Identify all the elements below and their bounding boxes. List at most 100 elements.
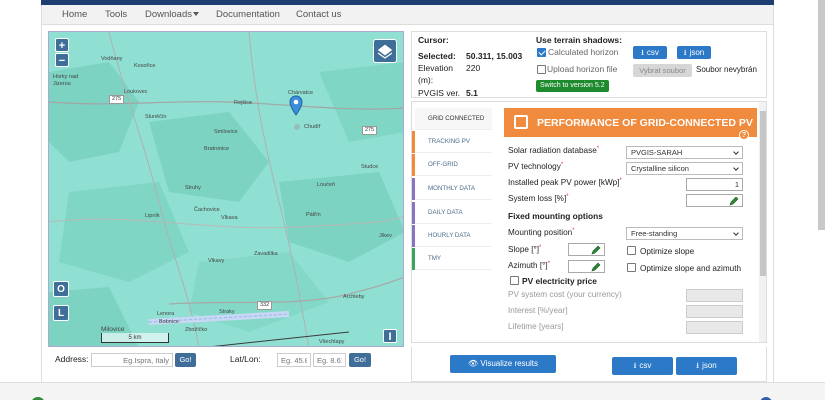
terrain-title: Use terrain shadows: bbox=[536, 35, 622, 45]
place-label: Pátřín bbox=[306, 212, 321, 218]
loss-input[interactable] bbox=[686, 194, 743, 207]
pv-price-checkbox[interactable] bbox=[510, 276, 519, 285]
place-label: Vlkava bbox=[221, 215, 238, 221]
map-info-button[interactable]: I bbox=[383, 329, 397, 343]
place-label: Všechlapy bbox=[319, 339, 345, 345]
zoom-in-button[interactable]: + bbox=[55, 38, 69, 52]
tab-off-grid[interactable]: OFF-GRID bbox=[412, 154, 492, 176]
place-label: Bobnice bbox=[159, 319, 179, 325]
tab-hourly-data[interactable]: HOURLY DATA bbox=[412, 225, 492, 247]
page-scrollbar-thumb[interactable] bbox=[818, 0, 825, 230]
radiation-label: Solar radiation database* bbox=[508, 146, 599, 155]
cost-input[interactable] bbox=[686, 289, 743, 302]
place-label: Kosořice bbox=[134, 63, 156, 69]
map-scale: 5 km bbox=[101, 333, 169, 343]
panel-icon bbox=[514, 115, 528, 129]
tab-label: TRACKING PV bbox=[428, 138, 470, 145]
place-label: Vodňany bbox=[101, 56, 123, 62]
azimuth-label: Azimuth [°]* bbox=[508, 261, 550, 270]
tab-label: TMY bbox=[428, 255, 442, 262]
lifetime-label: Lifetime [years] bbox=[508, 322, 564, 331]
choose-file-button[interactable]: Vybrat soubor bbox=[633, 64, 692, 77]
azimuth-input[interactable] bbox=[568, 260, 605, 273]
calc-horizon-label: Calculated horizon bbox=[548, 47, 619, 57]
visualize-results-button[interactable]: 👁 Visualize results bbox=[450, 355, 556, 373]
nav-contact[interactable]: Contact us bbox=[296, 9, 341, 20]
nav-home[interactable]: Home bbox=[62, 9, 87, 20]
slope-input[interactable] bbox=[568, 243, 605, 256]
help-icon[interactable]: ? bbox=[739, 130, 749, 140]
place-label: Čachovice bbox=[194, 207, 220, 213]
results-csv-button[interactable]: ⭳ csv bbox=[612, 357, 673, 375]
map[interactable]: + − Vodňany Kosořice Horky nad Jizerou L… bbox=[48, 31, 404, 347]
tab-monthly-data[interactable]: MONTHLY DATA bbox=[412, 178, 492, 200]
nav-downloads[interactable]: Downloads bbox=[145, 9, 199, 20]
place-label: Milovice bbox=[101, 326, 125, 333]
nav-tools[interactable]: Tools bbox=[105, 9, 127, 20]
optimize-slope-azimuth-checkbox[interactable] bbox=[627, 263, 636, 272]
horizon-csv-button[interactable]: ⭳ csv bbox=[633, 46, 667, 59]
panel-scrollbar[interactable] bbox=[759, 102, 766, 342]
grid-connected-form: PERFORMANCE OF GRID-CONNECTED PV ? Solar… bbox=[504, 108, 757, 342]
pencil-icon bbox=[591, 262, 601, 272]
place-label: Rejšice bbox=[234, 100, 253, 106]
mount-select-value: Free-standing bbox=[631, 229, 678, 238]
optimize-slope-azimuth-label: Optimize slope and azimuth bbox=[640, 264, 742, 273]
latlon-go-button[interactable]: Go! bbox=[349, 353, 371, 367]
nav-documentation[interactable]: Documentation bbox=[216, 9, 280, 20]
map-l-button[interactable]: L bbox=[53, 305, 69, 321]
road-number: 332 bbox=[257, 301, 273, 310]
layers-button[interactable] bbox=[373, 39, 397, 63]
panel-scrollbar-thumb[interactable] bbox=[760, 111, 766, 276]
caret-down-icon bbox=[193, 12, 199, 17]
place-label: Loukovec bbox=[124, 89, 148, 95]
interest-input[interactable] bbox=[686, 305, 743, 318]
place-label: Vlkavy bbox=[208, 258, 225, 264]
tab-grid-connected[interactable]: GRID CONNECTED bbox=[412, 108, 492, 130]
switch-version-button[interactable]: Switch to version 5.2 bbox=[536, 80, 609, 92]
optimize-slope-checkbox[interactable] bbox=[627, 246, 636, 255]
tab-label: HOURLY DATA bbox=[428, 232, 471, 239]
tab-stripe bbox=[412, 178, 415, 200]
selected-value: 50.311, 15.003 bbox=[466, 51, 523, 61]
lat-input[interactable] bbox=[277, 353, 311, 367]
power-label-text: Installed peak PV power [kWp] bbox=[508, 178, 620, 187]
tech-select[interactable]: Crystalline silicon bbox=[626, 162, 743, 175]
place-label: Zavadilka bbox=[254, 251, 278, 257]
azimuth-label-text: Azimuth [°] bbox=[508, 261, 548, 270]
lifetime-input[interactable] bbox=[686, 321, 743, 334]
horizon-json-button[interactable]: ⭳ json bbox=[677, 46, 711, 59]
place-label: Lenora bbox=[157, 311, 175, 317]
upload-horizon-label: Upload horizon file bbox=[547, 64, 618, 74]
zoom-out-button[interactable]: − bbox=[55, 53, 69, 67]
results-json-label: json bbox=[702, 361, 717, 370]
radiation-select-value: PVGIS-SARAH bbox=[631, 148, 683, 157]
upload-horizon-checkbox[interactable] bbox=[537, 65, 546, 74]
tab-tracking-pv[interactable]: TRACKING PV bbox=[412, 131, 492, 153]
interest-label: Interest [%/year] bbox=[508, 306, 568, 315]
tech-label-text: PV technology bbox=[508, 162, 561, 171]
tab-daily-data[interactable]: DAILY DATA bbox=[412, 202, 492, 224]
required-mark: * bbox=[547, 261, 551, 267]
address-go-button[interactable]: Go! bbox=[175, 353, 196, 367]
power-input[interactable]: 1 bbox=[686, 178, 743, 191]
map-o-button[interactable]: O bbox=[53, 281, 69, 297]
latlon-label: Lat/Lon: bbox=[230, 354, 261, 364]
radiation-select[interactable]: PVGIS-SARAH bbox=[626, 146, 743, 159]
mount-select[interactable]: Free-standing bbox=[626, 227, 743, 240]
place-label: Jíkev bbox=[379, 233, 392, 239]
tab-tmy[interactable]: TMY bbox=[412, 248, 492, 270]
place-label: Archleby bbox=[343, 294, 365, 300]
download-icon: ⭳ bbox=[633, 361, 637, 370]
version-label: PVGIS ver. bbox=[418, 88, 461, 98]
lon-input[interactable] bbox=[313, 353, 346, 367]
address-input[interactable] bbox=[91, 353, 173, 367]
results-json-button[interactable]: ⭳ json bbox=[676, 357, 737, 375]
required-mark: * bbox=[572, 228, 575, 234]
version-value: 5.1 bbox=[466, 88, 478, 98]
place-label: Studce bbox=[361, 164, 379, 170]
calc-horizon-checkbox[interactable] bbox=[537, 48, 546, 57]
tab-label: DAILY DATA bbox=[428, 209, 463, 216]
radiation-label-text: Solar radiation database bbox=[508, 146, 597, 155]
chevron-down-icon bbox=[733, 149, 739, 155]
